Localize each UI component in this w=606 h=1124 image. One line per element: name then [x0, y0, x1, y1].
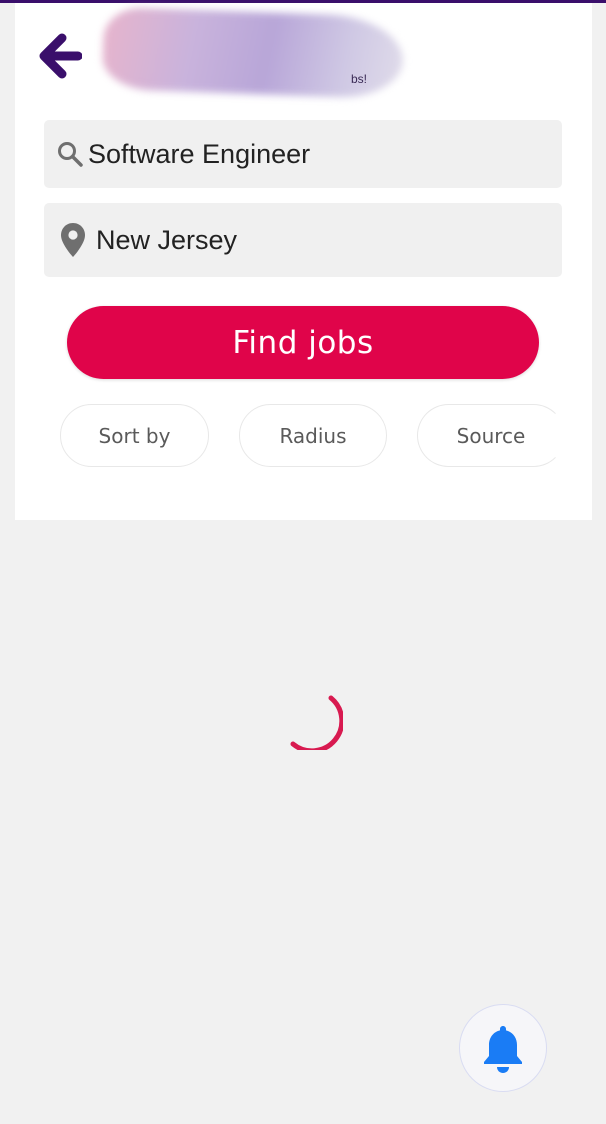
location-pin-icon — [58, 222, 88, 258]
loading-spinner — [283, 688, 345, 754]
arrow-left-icon — [39, 33, 82, 79]
bell-icon — [484, 1026, 522, 1073]
source-filter[interactable]: Source — [417, 404, 565, 467]
job-alerts-button[interactable] — [459, 1004, 547, 1092]
filter-scroll-edge — [563, 395, 592, 475]
search-icon — [54, 140, 86, 168]
job-title-input[interactable] — [88, 138, 562, 170]
spinner-icon — [290, 695, 345, 754]
find-jobs-button[interactable]: Find jobs — [67, 306, 539, 379]
back-button[interactable] — [36, 30, 84, 82]
location-input[interactable] — [96, 224, 562, 256]
sort-by-filter[interactable]: Sort by — [60, 404, 209, 467]
location-field[interactable] — [44, 203, 562, 277]
brand-tagline: bs! — [351, 72, 368, 86]
job-title-field[interactable] — [44, 120, 562, 188]
radius-filter[interactable]: Radius — [239, 404, 387, 467]
